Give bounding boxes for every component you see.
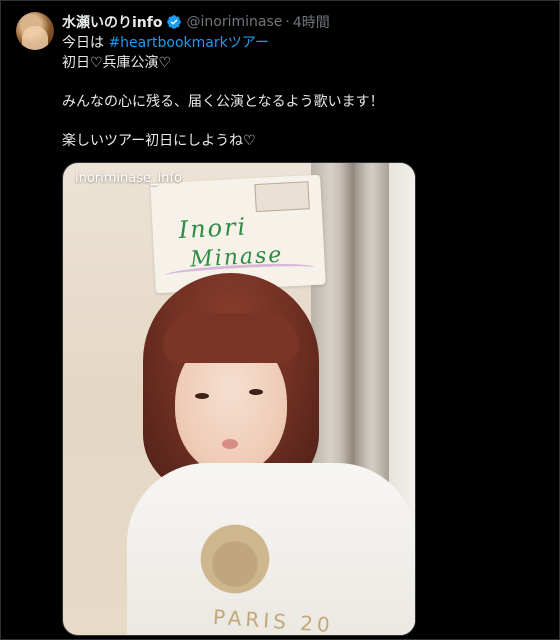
author-handle[interactable]: @inoriminase: [186, 14, 282, 30]
text-line-3: みんなの心に残る、届く公演となるよう歌います！: [62, 93, 384, 110]
author-name[interactable]: 水瀬いのりinfo: [62, 12, 162, 32]
verified-badge-icon: [167, 15, 182, 29]
person-eye-left: [195, 393, 209, 399]
text-prefix: 今日は: [62, 35, 109, 51]
sign-stamp: [254, 181, 310, 213]
sign-text-inori: Inori: [177, 212, 248, 245]
text-line-4: 楽しいツアー初日にしようね♡: [62, 132, 256, 149]
avatar[interactable]: [16, 12, 54, 50]
hashtag-link[interactable]: #heartbookmarkツアー: [108, 35, 268, 51]
tweet-header: 水瀬いのりinfo @inoriminase · 4時間: [62, 12, 330, 32]
post-time[interactable]: 4時間: [293, 12, 330, 32]
person-fringe: [163, 313, 299, 363]
person-eye-right: [249, 389, 263, 395]
post-photo[interactable]: Inori Minase PARIS 20 inoriminase_info: [62, 162, 416, 636]
separator-dot: ·: [285, 14, 290, 30]
text-line-2: 初日♡兵庫公演♡: [62, 54, 172, 71]
shirt-logo: [185, 509, 285, 609]
tweet-text: 今日は #heartbookmarkツアー 初日♡兵庫公演♡ みんなの心に残る、…: [62, 34, 542, 151]
photo-watermark: inoriminase_info: [75, 171, 182, 186]
person-lips: [222, 439, 238, 449]
text-line-1: 今日は #heartbookmarkツアー: [62, 34, 542, 54]
